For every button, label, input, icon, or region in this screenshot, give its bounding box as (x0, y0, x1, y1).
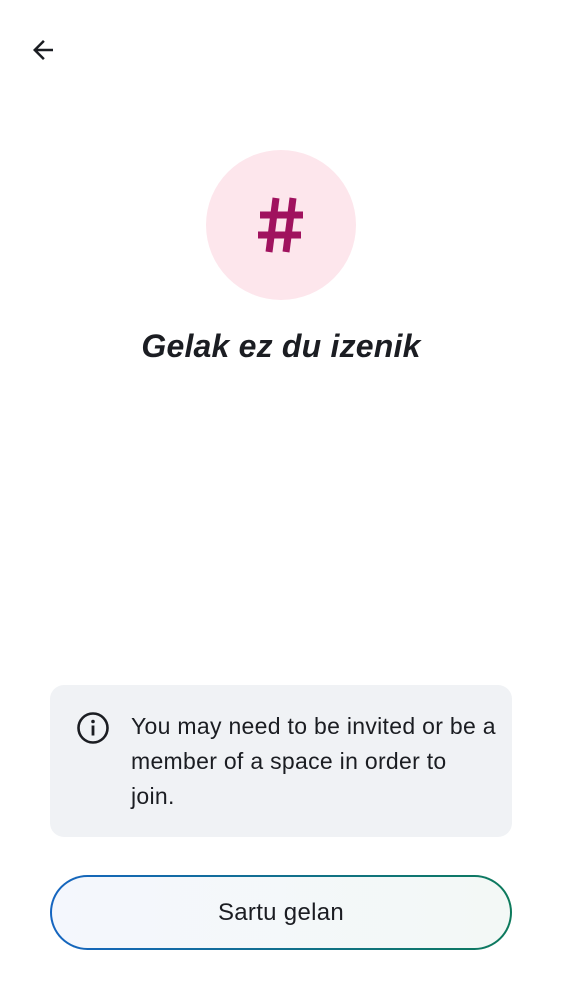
arrow-left-icon (28, 35, 58, 65)
join-room-button-label: Sartu gelan (217, 898, 345, 926)
join-room-screen: Gelak ez du izenik You may need to be in… (0, 0, 562, 1000)
room-title: Gelak ez du izenik (141, 328, 421, 364)
info-icon (76, 711, 110, 745)
info-notice-text: You may need to be invited or be a membe… (131, 713, 496, 809)
back-button[interactable] (20, 27, 66, 73)
join-room-button[interactable]: Sartu gelan (50, 875, 512, 950)
room-avatar (206, 150, 356, 300)
hash-icon (256, 194, 306, 256)
info-notice-card: You may need to be invited or be a membe… (50, 685, 512, 837)
